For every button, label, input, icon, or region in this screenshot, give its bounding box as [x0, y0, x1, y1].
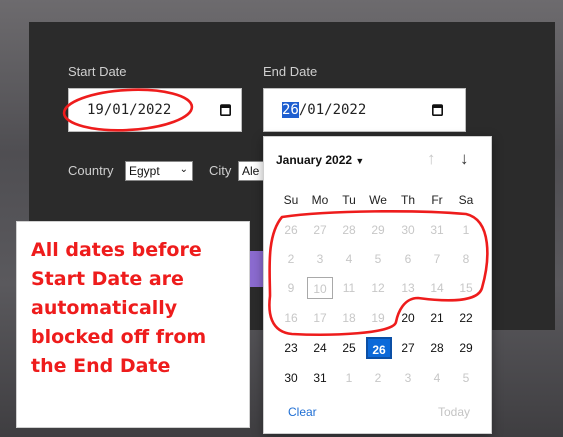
- calendar-icon[interactable]: [432, 103, 443, 116]
- day-cell[interactable]: 27: [395, 337, 421, 359]
- arrow-down-icon[interactable]: ↓: [460, 149, 469, 169]
- day-cell: 7: [433, 252, 441, 266]
- day-cell[interactable]: 28: [424, 337, 450, 359]
- month-year-button[interactable]: January 2022 ▼: [276, 153, 364, 167]
- day-cell: 27: [313, 223, 327, 237]
- weekday-label: Tu: [342, 193, 356, 207]
- day-cell[interactable]: 21: [424, 307, 450, 329]
- end-date-rest: /01/2022: [298, 102, 367, 118]
- datepicker-popup: January 2022 ▼ ↑ ↓ Su Mo Tu We Th Fr Sa …: [263, 136, 492, 434]
- clear-button[interactable]: Clear: [288, 405, 317, 419]
- city-select[interactable]: Ale: [238, 161, 264, 181]
- day-cell: 4: [345, 252, 353, 266]
- weekday-label: Sa: [458, 193, 474, 207]
- caret-down-icon: ▼: [355, 156, 365, 166]
- weekday-label: Mo: [311, 193, 329, 207]
- day-cell[interactable]: 31: [307, 367, 333, 389]
- day-cell: 15: [459, 281, 473, 295]
- day-cell: 9: [287, 281, 295, 295]
- callout-line: blocked off from: [31, 326, 207, 348]
- day-cell[interactable]: 5: [453, 367, 479, 389]
- day-cell[interactable]: 29: [453, 337, 479, 359]
- start-date-input[interactable]: 19/01/2022: [68, 88, 242, 132]
- day-cell[interactable]: 24: [307, 337, 333, 359]
- day-cell: 2: [287, 252, 295, 266]
- annotation-callout: All dates before Start Date are automati…: [16, 221, 250, 428]
- weekday-label: Th: [400, 193, 415, 207]
- weekday-label: We: [369, 193, 387, 207]
- end-date-day-highlight: 26: [282, 102, 299, 118]
- day-cell: 18: [342, 311, 356, 325]
- day-cell: 11: [342, 281, 356, 295]
- day-cell: 3: [316, 252, 324, 266]
- callout-line: All dates before: [31, 239, 202, 261]
- day-cell: 14: [430, 281, 444, 295]
- callout-line: the End Date: [31, 355, 171, 377]
- arrow-up-icon[interactable]: ↑: [427, 149, 436, 169]
- end-date-input[interactable]: 26/01/2022: [263, 88, 466, 132]
- start-date-value: 19/01/2022: [87, 102, 172, 118]
- weekday-label: Su: [283, 193, 299, 207]
- day-cell[interactable]: 3: [395, 367, 421, 389]
- start-date-label: Start Date: [68, 64, 127, 79]
- day-cell: 5: [374, 252, 382, 266]
- city-value: Ale: [242, 164, 260, 178]
- chevron-down-icon: ⌄: [179, 164, 188, 175]
- callout-text: All dates before Start Date are automati…: [31, 236, 246, 381]
- weekday-label: Fr: [431, 193, 443, 207]
- day-cell: 19: [371, 311, 385, 325]
- day-cell: 31: [430, 223, 444, 237]
- day-cell-today: 10: [307, 277, 333, 299]
- day-cell: 28: [342, 223, 356, 237]
- day-cell[interactable]: 25: [336, 337, 362, 359]
- day-cell: 6: [404, 252, 412, 266]
- day-cell: 12: [371, 281, 385, 295]
- day-cell[interactable]: 4: [424, 367, 450, 389]
- day-cell[interactable]: 30: [278, 367, 304, 389]
- day-cell: 30: [401, 223, 415, 237]
- month-label: January 2022: [276, 153, 353, 167]
- country-value: Egypt: [129, 164, 160, 178]
- day-cell: 17: [313, 311, 327, 325]
- day-cell[interactable]: 2: [365, 367, 391, 389]
- country-label: Country: [68, 163, 114, 178]
- country-select[interactable]: Egypt ⌄: [125, 161, 193, 181]
- day-cell: 29: [371, 223, 385, 237]
- day-cell: 1: [462, 223, 470, 237]
- day-cell: 16: [284, 311, 298, 325]
- day-cell: 13: [401, 281, 415, 295]
- day-cell-selected[interactable]: 26: [366, 337, 392, 359]
- day-cell[interactable]: 23: [278, 337, 304, 359]
- day-cell[interactable]: 1: [336, 367, 362, 389]
- day-cell: 8: [462, 252, 470, 266]
- today-button[interactable]: Today: [438, 405, 470, 419]
- day-cell: 26: [284, 223, 298, 237]
- day-cell[interactable]: 22: [453, 307, 479, 329]
- end-date-label: End Date: [263, 64, 318, 79]
- calendar-icon[interactable]: [220, 103, 231, 116]
- callout-line: automatically: [31, 297, 178, 319]
- city-label: City: [209, 163, 232, 178]
- callout-line: Start Date are: [31, 268, 184, 290]
- day-cell[interactable]: 20: [395, 307, 421, 329]
